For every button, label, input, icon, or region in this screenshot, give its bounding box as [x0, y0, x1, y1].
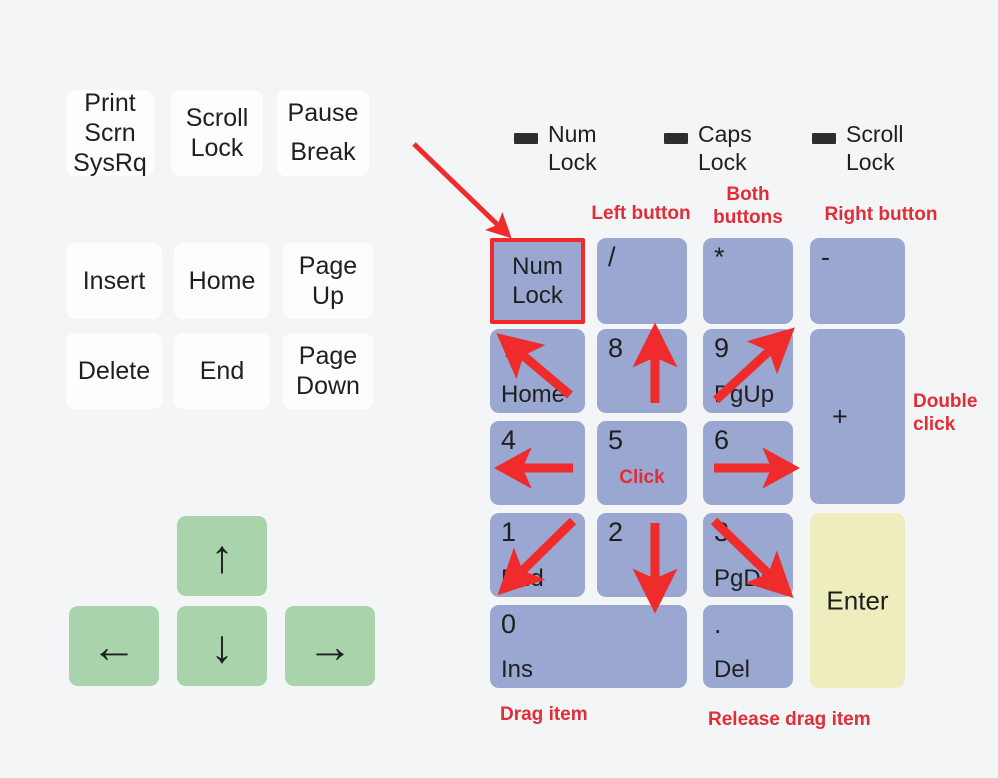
arrow-up-icon: ↑ [210, 530, 234, 582]
key-numpad-9-number: 9 [714, 333, 730, 363]
key-arrow-up[interactable]: ↑ [177, 516, 267, 596]
key-home-label: Home [188, 267, 256, 295]
key-numpad-1-sublabel: End [501, 565, 544, 592]
key-numpad-2-number: 2 [608, 517, 624, 547]
key-numpad-1[interactable]: 1 End [490, 513, 585, 597]
key-enter-label: Enter [826, 585, 889, 615]
key-numpad-2[interactable]: 2 [597, 513, 687, 597]
key-insert[interactable]: Insert [66, 243, 162, 319]
led-indicator-icon [514, 133, 538, 144]
key-page-down[interactable]: Page Down [283, 333, 373, 409]
key-numpad-3-number: 3 [714, 517, 730, 547]
key-numpad-1-number: 1 [501, 517, 517, 547]
led-scroll-lock: Scroll Lock [812, 120, 952, 180]
arrow-down-icon: ↓ [210, 620, 234, 672]
key-insert-label: Insert [82, 267, 146, 295]
key-scroll-lock-label: Scroll Lock [185, 104, 249, 162]
key-home[interactable]: Home [174, 243, 270, 319]
key-divide-label: / [608, 242, 616, 272]
key-numpad-3[interactable]: 3 PgDn [703, 513, 793, 597]
key-print-screen[interactable]: Print Scrn SysRq [66, 89, 154, 177]
key-divide[interactable]: / [597, 238, 687, 324]
key-pause-break[interactable]: Pause Break [277, 90, 369, 176]
key-numpad-9-sublabel: PgUp [714, 381, 775, 408]
key-numpad-0-sublabel: Ins [501, 656, 534, 683]
key-numpad-0-number: 0 [501, 609, 517, 639]
key-numpad-7[interactable]: 7 Home [490, 329, 585, 413]
key-plus-label: + [832, 401, 848, 431]
pointer-arrow-to-num-lock [412, 142, 512, 239]
key-enter[interactable]: Enter [810, 513, 905, 688]
key-num-lock-label: Num Lock [512, 253, 563, 309]
key-page-up-label: Page Up [298, 252, 358, 310]
key-numpad-7-number: 7 [501, 333, 517, 363]
key-scroll-lock[interactable]: Scroll Lock [171, 90, 263, 176]
led-caps-lock: Caps Lock [664, 120, 804, 180]
key-break-label: Break [290, 138, 356, 166]
key-numpad-6[interactable]: 6 [703, 421, 793, 505]
arrow-left-icon: ← [91, 620, 137, 672]
key-numpad-decimal-number: . [714, 609, 722, 639]
key-numpad-8[interactable]: 8 [597, 329, 687, 413]
key-numpad-decimal[interactable]: . Del [703, 605, 793, 688]
led-caps-lock-label: Caps Lock [698, 121, 752, 175]
led-indicator-icon [664, 133, 688, 144]
key-minus-label: - [821, 242, 830, 272]
key-numpad-5[interactable]: 5 Click [597, 421, 687, 505]
key-page-down-label: Page Down [296, 342, 360, 400]
key-numpad-4-number: 4 [501, 425, 517, 455]
key-plus[interactable]: + [810, 329, 905, 504]
key-multiply-label: * [714, 242, 725, 272]
key-arrow-down[interactable]: ↓ [177, 606, 267, 686]
key-numpad-7-sublabel: Home [501, 381, 566, 408]
annotation-double-click: Double click [913, 391, 978, 435]
key-multiply[interactable]: * [703, 238, 793, 324]
key-numpad-8-number: 8 [608, 333, 624, 363]
key-arrow-left[interactable]: ← [69, 606, 159, 686]
annotation-left-button: Left button [591, 203, 691, 224]
key-numpad-5-number: 5 [608, 425, 624, 455]
key-end-label: End [199, 357, 245, 385]
key-num-lock[interactable]: Num Lock [490, 238, 585, 324]
annotation-click: Click [619, 467, 665, 488]
annotation-release-drag-item: Release drag item [708, 709, 871, 730]
keyboard-diagram: Print Scrn SysRq Scroll Lock Pause Break… [0, 0, 998, 778]
key-arrow-right[interactable]: → [285, 606, 375, 686]
key-minus[interactable]: - [810, 238, 905, 324]
led-num-lock-label: Num Lock [548, 121, 597, 175]
arrow-right-icon: → [307, 620, 353, 672]
led-indicator-icon [812, 133, 836, 144]
key-pause-label: Pause [287, 99, 359, 127]
key-numpad-6-number: 6 [714, 425, 730, 455]
key-numpad-9[interactable]: 9 PgUp [703, 329, 793, 413]
led-scroll-lock-label: Scroll Lock [846, 121, 904, 175]
key-numpad-0[interactable]: 0 Ins [490, 605, 687, 688]
annotation-both-buttons: Both buttons [713, 184, 783, 228]
annotation-right-button: Right button [824, 204, 938, 225]
key-print-screen-label: Print Scrn SysRq [73, 89, 147, 177]
key-numpad-decimal-sublabel: Del [714, 656, 751, 683]
key-delete[interactable]: Delete [66, 333, 162, 409]
key-numpad-3-sublabel: PgDn [714, 565, 775, 592]
key-delete-label: Delete [77, 357, 151, 385]
key-numpad-4[interactable]: 4 [490, 421, 585, 505]
annotation-drag-item: Drag item [500, 704, 588, 725]
key-page-up[interactable]: Page Up [283, 243, 373, 319]
key-end[interactable]: End [174, 333, 270, 409]
led-num-lock: Num Lock [514, 120, 654, 180]
